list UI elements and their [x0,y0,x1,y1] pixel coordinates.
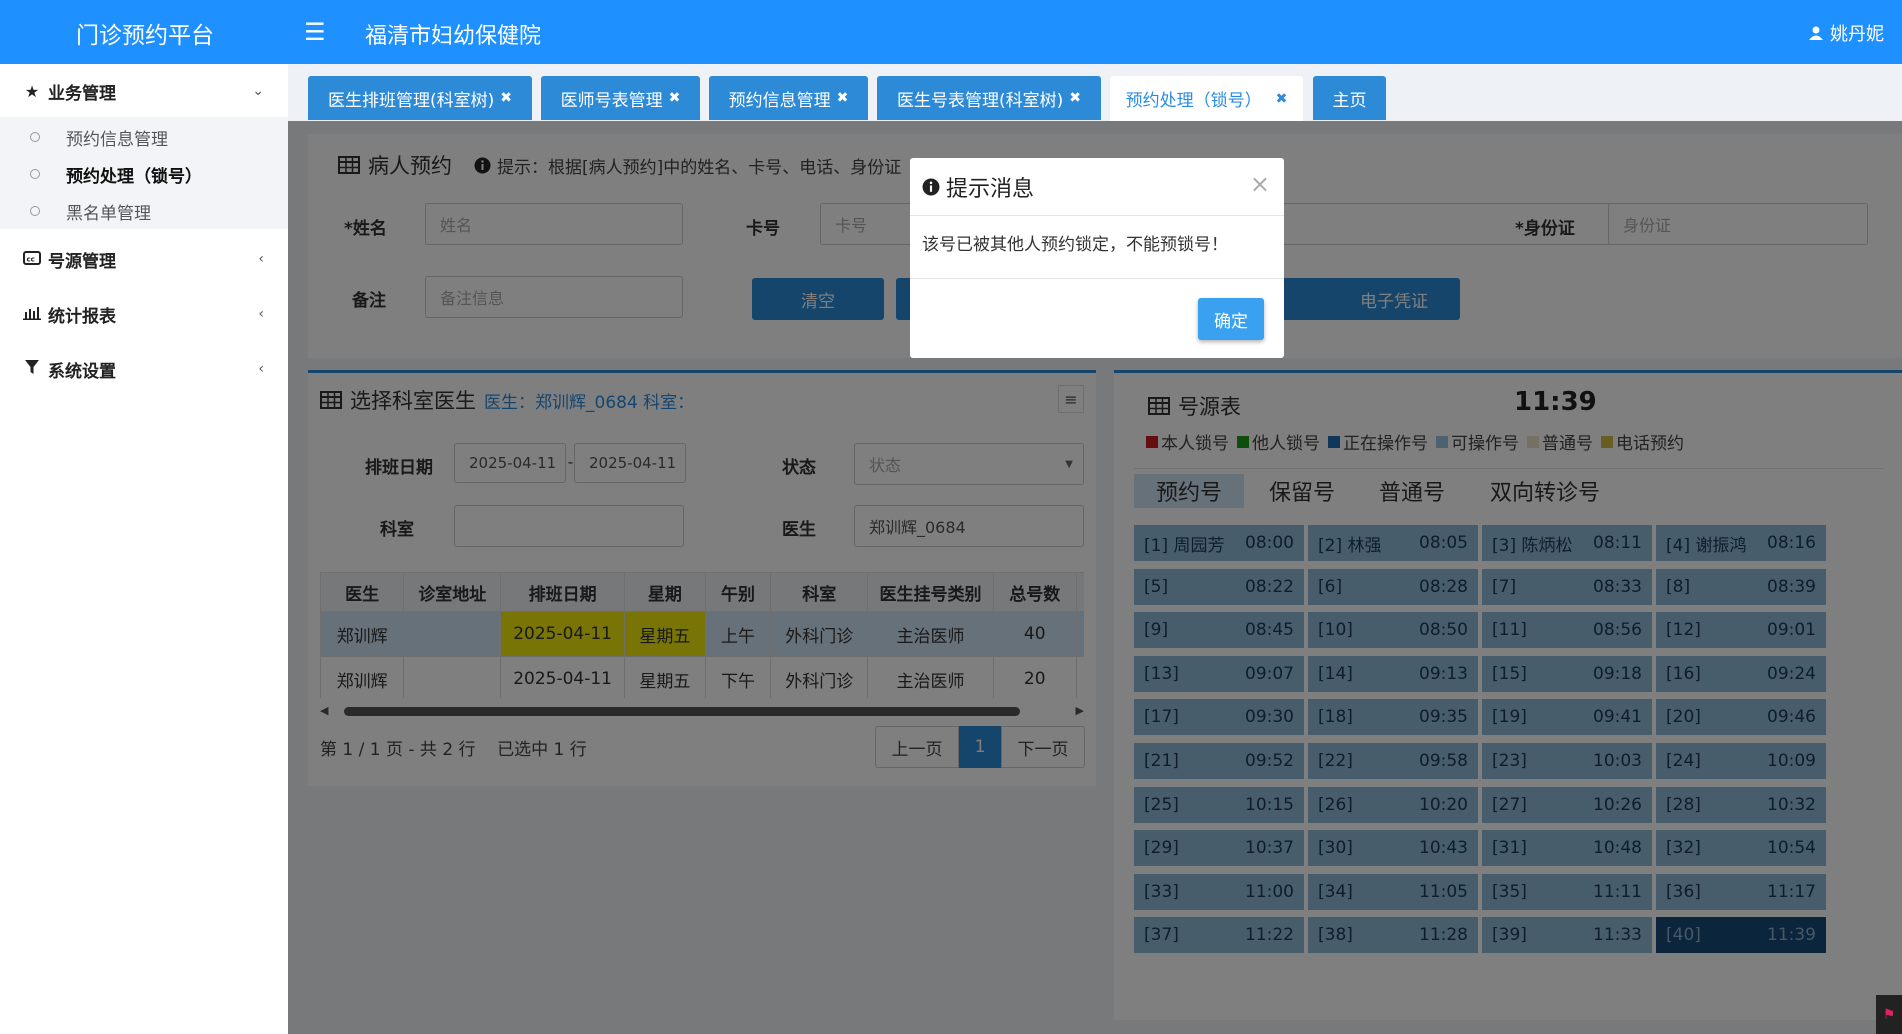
tab-label: 主页 [1332,90,1367,111]
sidebar-item-blacklist[interactable]: 黑名单管理 [0,192,288,230]
tab-label: 预约处理（锁号） [1125,91,1262,111]
sidebar-item-label: 黑名单管理 [66,203,151,224]
bar-chart-icon [22,305,42,324]
chevron-left-icon: ‹ [258,361,264,377]
sidebar-group-business[interactable]: ★ 业务管理 ⌄ [0,64,288,118]
sidebar-item-lock-processing[interactable]: 预约处理（锁号） [0,155,288,193]
cc-icon: cc [22,250,42,269]
close-icon[interactable]: × [1250,170,1270,198]
close-icon[interactable]: ✖ [669,90,681,106]
close-icon[interactable]: ✖ [1276,91,1288,107]
top-bar: 门诊预约平台 ☰ 福清市妇幼保健院 姚丹妮 [0,0,1902,64]
sidebar-item-label: 预约处理（锁号） [66,166,202,187]
tab-appointment-info[interactable]: 预约信息管理 ✖ [709,76,868,120]
star-icon: ★ [24,81,40,101]
message-dialog: 提示消息 × 该号已被其他人预约锁定，不能预锁号！ 确定 [910,158,1284,358]
user-icon [1809,26,1823,40]
tab-doctor-table[interactable]: 医生号表管理(科室树) ✖ [877,76,1101,120]
sidebar-group-label: 统计报表 [48,306,116,327]
app-title: 门诊预约平台 [76,23,214,49]
sidebar-group-reports[interactable]: 统计报表 ‹ [0,287,288,341]
dialog-header: 提示消息 [910,158,1284,216]
info-icon [922,178,940,195]
circle-icon [30,206,40,216]
close-icon[interactable]: ✖ [500,90,512,106]
svg-text:cc: cc [27,255,35,263]
user-name: 姚丹妮 [1830,24,1884,45]
chevron-left-icon: ‹ [258,306,264,322]
tab-doctor-schedule[interactable]: 医生排班管理(科室树) ✖ [308,76,532,120]
user-menu[interactable]: 姚丹妮 [1808,20,1884,46]
tab-home[interactable]: 主页 [1313,76,1386,120]
sidebar-item-appointment-info[interactable]: 预约信息管理 [0,118,288,156]
tab-lock-processing[interactable]: 预约处理（锁号） ✖ [1110,76,1303,121]
filter-icon [22,359,42,379]
tab-physician-table[interactable]: 医师号表管理 ✖ [541,76,700,120]
dialog-divider [910,278,1284,279]
bookmark-icon[interactable]: ⚑ [1876,995,1902,1034]
sidebar-group-source[interactable]: cc 号源管理 ‹ [0,232,288,286]
menu-toggle-icon[interactable]: ☰ [304,18,326,46]
tab-label: 医生号表管理(科室树) [897,90,1064,111]
sidebar-group-settings[interactable]: 系统设置 ‹ [0,342,288,396]
dialog-message: 该号已被其他人预约锁定，不能预锁号！ [922,235,1228,255]
chevron-left-icon: ‹ [258,251,264,267]
org-name: 福清市妇幼保健院 [365,24,542,49]
close-icon[interactable]: ✖ [1069,90,1081,106]
sidebar-group-label: 系统设置 [48,361,116,382]
tab-label: 预约信息管理 [728,90,831,111]
ok-button[interactable]: 确定 [1198,298,1264,340]
tab-label: 医生排班管理(科室树) [328,90,495,111]
chevron-down-icon: ⌄ [252,83,264,99]
dialog-title: 提示消息 [946,176,1035,202]
sidebar-group-label: 业务管理 [48,83,116,104]
sidebar-item-label: 预约信息管理 [66,129,168,150]
sidebar-group-label: 号源管理 [48,251,116,272]
circle-icon [30,169,40,179]
circle-icon [30,132,40,142]
close-icon[interactable]: ✖ [837,90,849,106]
tab-label: 医师号表管理 [560,90,663,111]
